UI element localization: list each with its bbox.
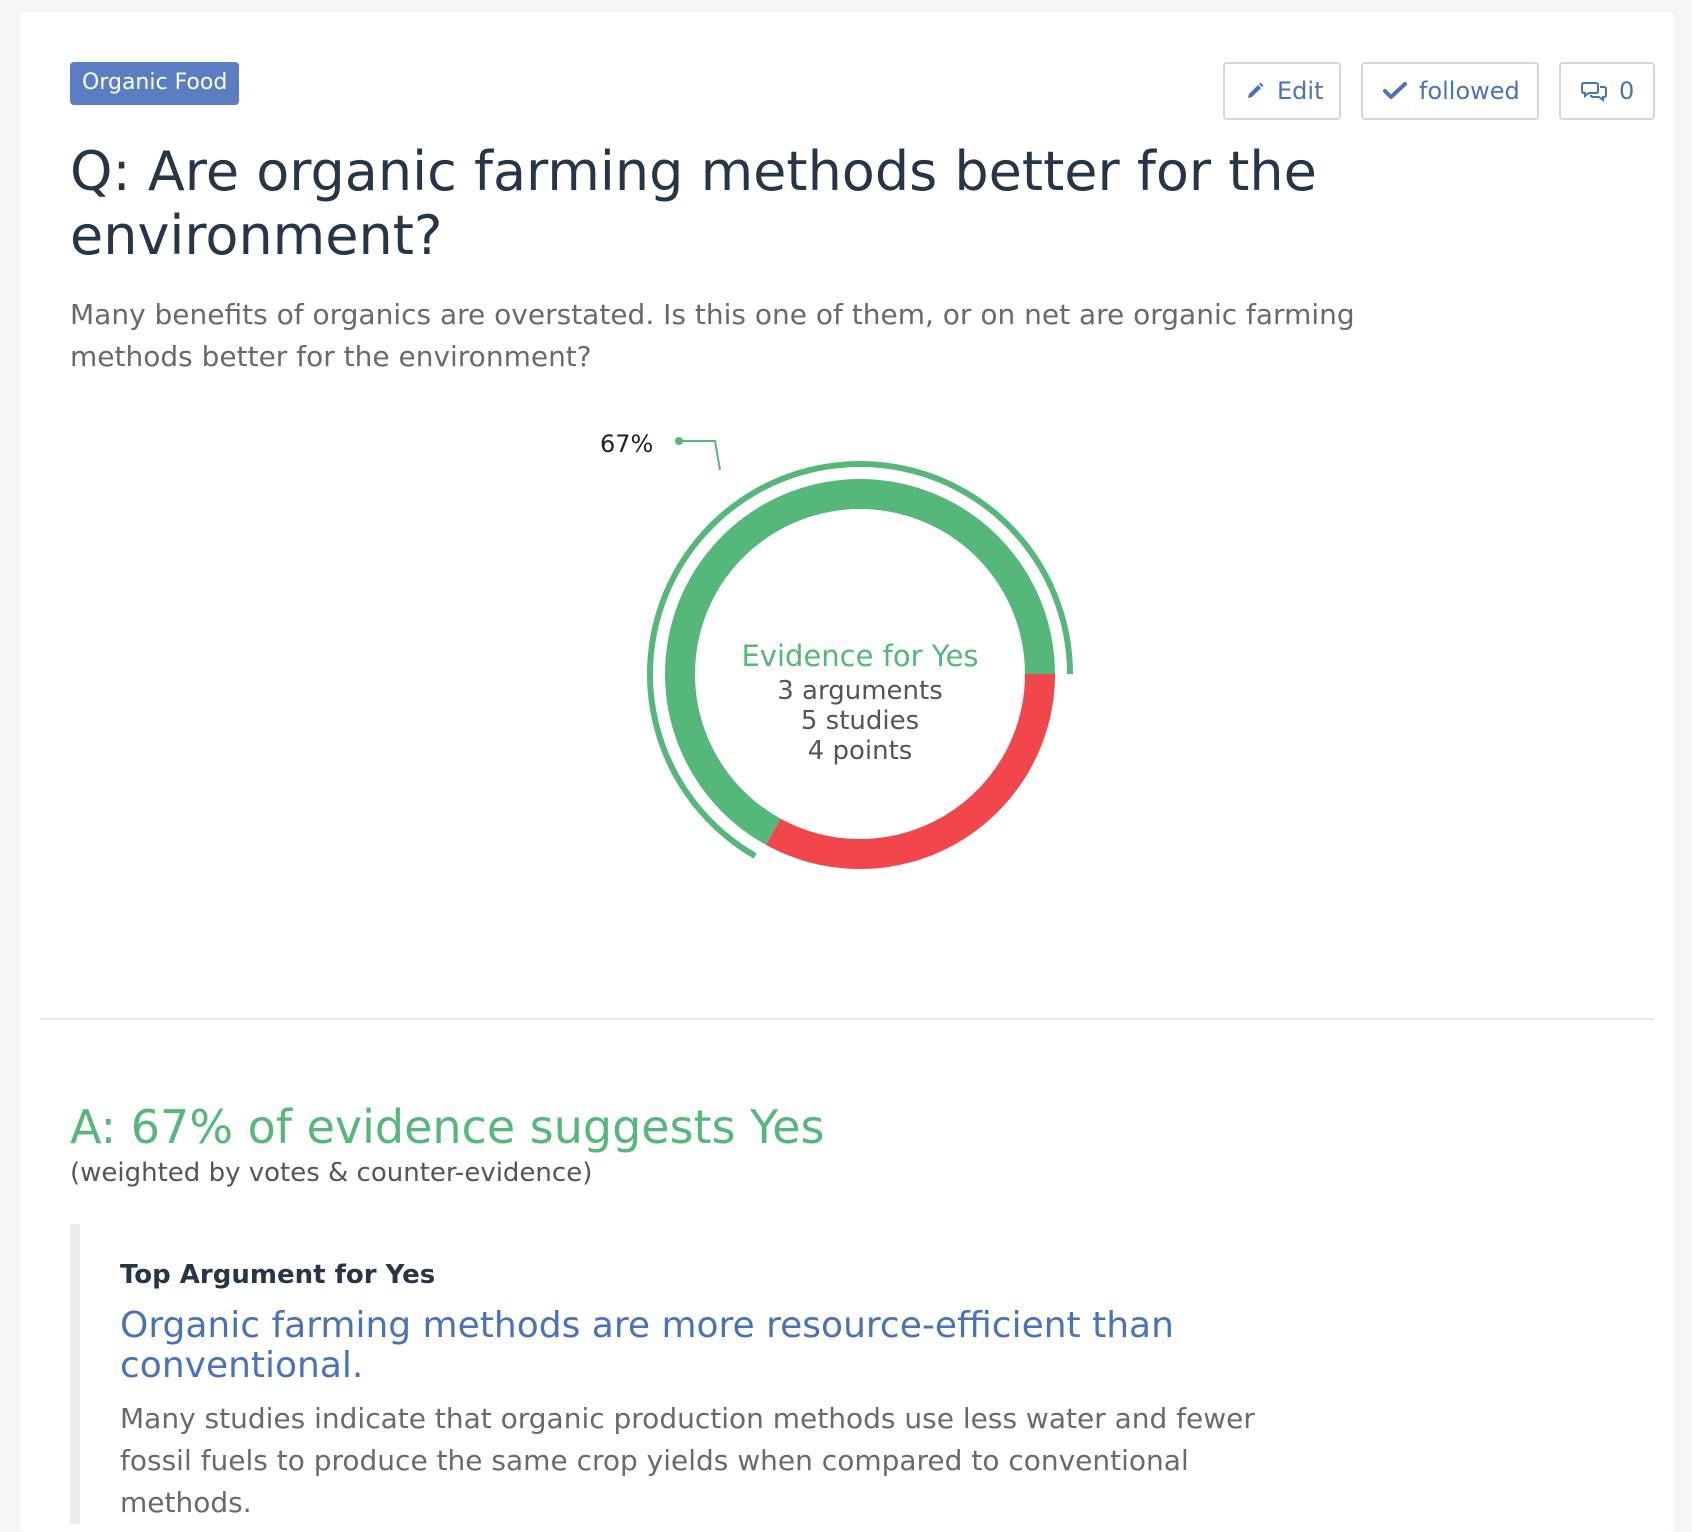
evidence-donut-chart: Evidence for Yes 3 arguments 5 studies 4… — [600, 412, 1120, 912]
question-title: Q: Are organic farming methods better fo… — [70, 140, 1317, 267]
check-icon — [1383, 81, 1407, 101]
action-bar: Edit followed 0 — [1223, 62, 1655, 120]
answer-note: (weighted by votes & counter-evidence) — [70, 1158, 593, 1188]
edit-button-label: Edit — [1277, 77, 1324, 105]
donut-line-studies: 5 studies — [800, 706, 920, 736]
edit-button[interactable]: Edit — [1223, 62, 1341, 120]
donut-center-title: Evidence for Yes — [741, 639, 979, 673]
question-card: Organic Food Edit followed 0 Q: Are orga… — [20, 12, 1674, 1532]
comments-count: 0 — [1619, 77, 1635, 105]
top-argument-block: Top Argument for Yes Organic farming met… — [70, 1224, 1270, 1524]
donut-line-arguments: 3 arguments — [777, 676, 943, 706]
top-argument-title-link[interactable]: Organic farming methods are more resourc… — [120, 1306, 1220, 1386]
pencil-icon — [1245, 81, 1265, 101]
comments-icon — [1581, 80, 1607, 102]
follow-button-label: followed — [1419, 77, 1520, 105]
question-description: Many benefits of organics are overstated… — [70, 298, 1355, 373]
leader-line — [679, 440, 721, 471]
top-argument-body: Many studies indicate that organic produ… — [120, 1402, 1255, 1519]
comments-button[interactable]: 0 — [1559, 62, 1655, 120]
top-argument-label: Top Argument for Yes — [120, 1260, 436, 1290]
answer-headline: A: 67% of evidence suggests Yes — [70, 1100, 825, 1154]
follow-button[interactable]: followed — [1361, 62, 1539, 120]
section-divider — [40, 1018, 1654, 1020]
donut-line-points: 4 points — [807, 736, 913, 766]
topic-tag[interactable]: Organic Food — [70, 62, 240, 105]
donut-center: Evidence for Yes 3 arguments 5 studies 4… — [600, 636, 1120, 766]
